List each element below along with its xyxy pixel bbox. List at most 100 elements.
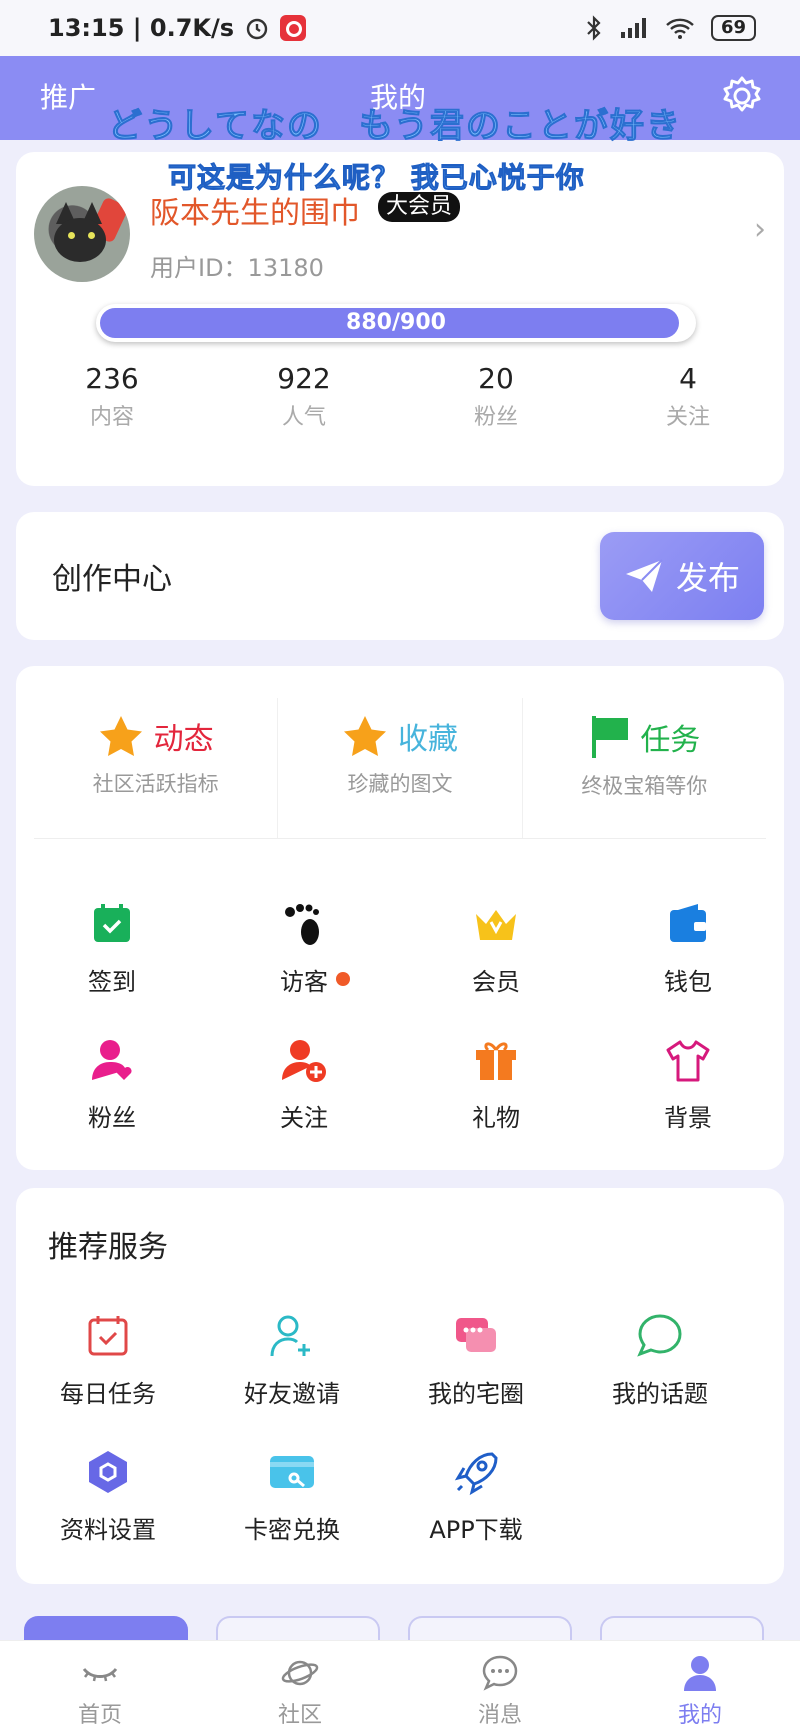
calendar-check-icon [94,904,130,942]
grid-label: 礼物 [472,1104,520,1132]
alarm-icon [246,18,268,40]
grid-label: 背景 [664,1104,712,1132]
follow-button[interactable]: 关注 [208,1036,400,1133]
stats-row: 236 内容 922 人气 20 粉丝 4 关注 [16,362,784,431]
gear-icon[interactable] [720,74,764,118]
checkin-button[interactable]: 签到 [16,900,208,997]
feature-card: 动态 社区活跃指标 收藏 珍藏的图文 任务 终极宝箱等你 签到 访客 会员 钱包… [16,666,784,1170]
grid-label: 关注 [280,1104,328,1132]
user-add-icon [282,1040,326,1082]
tile-title: 动态 [153,722,214,757]
wifi-icon [666,18,694,39]
stat-fans[interactable]: 20 粉丝 [400,362,592,431]
tile-title: 收藏 [397,722,458,757]
gift-icon [476,1042,516,1080]
star-icon [343,716,386,756]
publish-button[interactable]: 发布 [600,532,764,620]
invite-friends-button[interactable]: 好友邀请 [200,1312,384,1409]
feature-grid-row-2: 粉丝 关注 礼物 背景 [16,1036,784,1133]
stat-value: 4 [679,362,697,395]
status-bar: 13:15 | 0.7K/s 69 [0,0,800,56]
daily-task-button[interactable]: 每日任务 [16,1312,200,1409]
stat-label: 内容 [89,405,134,430]
services-title: 推荐服务 [48,1230,168,1265]
gift-button[interactable]: 礼物 [400,1036,592,1133]
xp-progress-bar: 880/900 [96,304,696,342]
grid-label: 访客 [280,962,350,997]
recommended-services-card: 推荐服务 每日任务 好友邀请 我的宅圈 我的话题 资料设置 卡密兑换 APP下载 [16,1188,784,1584]
background-button[interactable]: 背景 [592,1036,784,1133]
profile-card[interactable]: 阪本先生的围巾 大会员 用户ID：13180 › 880/900 236 内容 … [16,152,784,486]
feature-grid-row-1: 签到 访客 会员 钱包 [16,900,784,997]
grid-label: 粉丝 [88,1104,136,1132]
user-icon [684,1656,716,1691]
music-app-icon [280,15,307,41]
tile-title: 任务 [640,723,701,758]
planet-icon [281,1660,319,1686]
membership-button[interactable]: 会员 [400,900,592,997]
tile-tasks[interactable]: 任务 终极宝箱等你 [523,698,766,838]
nav-label: 我的 [677,1703,722,1728]
user-heart-icon [92,1040,132,1080]
notification-dot [336,972,350,986]
nav-mine[interactable]: 我的 [600,1641,800,1734]
footprint-icon [285,904,319,945]
rocket-icon [454,1452,498,1496]
service-label: APP下载 [429,1516,523,1544]
publish-label: 发布 [675,559,740,597]
stat-value: 922 [277,362,331,395]
flag-icon [592,716,629,758]
stat-label: 人气 [281,405,326,430]
grid-label: 会员 [472,968,520,996]
user-id: 用户ID：13180 [150,254,324,282]
eye-closed-icon [82,1667,118,1682]
tile-favorites[interactable]: 收藏 珍藏的图文 [278,698,523,838]
my-topics-button[interactable]: 我的话题 [568,1312,752,1409]
xp-progress-text: 880/900 [346,310,446,335]
profile-settings-button[interactable]: 资料设置 [16,1448,200,1545]
stat-following[interactable]: 4 关注 [592,362,784,431]
nav-label: 社区 [277,1703,322,1728]
creation-center-card: 创作中心 发布 [16,512,784,640]
service-label: 好友邀请 [244,1380,340,1408]
avatar[interactable] [34,186,130,282]
grid-label: 钱包 [664,968,712,996]
grid-label: 签到 [88,968,136,996]
battery-indicator: 69 [710,15,756,41]
stat-label: 关注 [665,405,710,430]
send-icon [625,559,663,592]
stat-label: 粉丝 [473,405,518,430]
tshirt-icon [666,1040,710,1082]
card-redeem-button[interactable]: 卡密兑换 [200,1448,384,1545]
bottom-nav: 首页 社区 消息 我的 [0,1640,800,1734]
nav-label: 首页 [77,1703,122,1728]
app-download-button[interactable]: APP下载 [384,1448,568,1545]
message-icon [482,1655,518,1691]
visitors-button[interactable]: 访客 [208,900,400,997]
chat-bubbles-icon [456,1318,496,1352]
promote-tab[interactable]: 推广 [40,76,96,116]
fans-button[interactable]: 粉丝 [16,1036,208,1133]
calendar-task-icon [88,1316,128,1356]
tile-activity[interactable]: 动态 社区活跃指标 [34,698,279,838]
stat-value: 20 [478,362,514,395]
service-label: 资料设置 [60,1516,156,1544]
service-label: 我的宅圈 [428,1380,524,1408]
nav-home[interactable]: 首页 [0,1641,200,1734]
signal-icon [620,18,646,38]
stat-value: 236 [85,362,139,395]
chevron-right-icon[interactable]: › [754,212,766,247]
wallet-icon [670,904,706,942]
card-key-icon [270,1456,314,1488]
my-circle-button[interactable]: 我的宅圈 [384,1312,568,1409]
star-icon [99,716,142,756]
wallet-button[interactable]: 钱包 [592,900,784,997]
tile-subtitle: 珍藏的图文 [347,772,453,796]
tile-subtitle: 终极宝箱等你 [581,774,708,798]
nav-community[interactable]: 社区 [200,1641,400,1734]
nav-messages[interactable]: 消息 [400,1641,600,1734]
services-row-2: 资料设置 卡密兑换 APP下载 [16,1448,784,1545]
stat-popularity[interactable]: 922 人气 [208,362,400,431]
stat-content[interactable]: 236 内容 [16,362,208,431]
service-label: 我的话题 [612,1380,708,1408]
